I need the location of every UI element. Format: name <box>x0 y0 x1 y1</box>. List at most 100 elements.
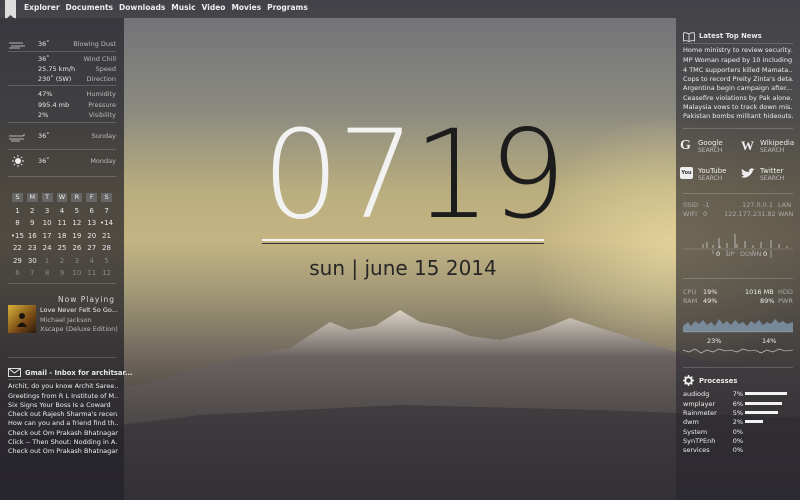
process-name: System <box>683 428 708 436</box>
calendar-day[interactable]: 9 <box>25 217 40 230</box>
cpu-core2-value: 14% <box>762 337 777 345</box>
calendar-day-next-month[interactable]: 1 <box>40 255 55 268</box>
weekday-header: R <box>71 193 83 202</box>
calendar-day-next-month[interactable]: 6 <box>10 267 25 280</box>
mail-item[interactable]: How can you and a friend find th... <box>8 419 118 427</box>
google-search[interactable]: Google SEARCH <box>698 139 723 154</box>
ram-value: 49% <box>703 297 718 305</box>
news-item[interactable]: 4 TMC supporters killed Mamata... <box>683 66 793 74</box>
calendar-day-next-month[interactable]: 5 <box>99 255 114 268</box>
calendar-day-next-month[interactable]: 10 <box>69 267 84 280</box>
calendar-day[interactable]: 5 <box>69 205 84 218</box>
calendar-day[interactable]: 19 <box>69 230 84 243</box>
calendar-day[interactable]: 21 <box>99 230 114 243</box>
hdd-label: HDD <box>778 288 793 296</box>
calendar-day-today[interactable]: •15 <box>10 230 25 243</box>
visibility-value: 2% <box>38 111 49 119</box>
menu-music[interactable]: Music <box>171 3 195 12</box>
mail-item[interactable]: Check out Om Prakash Bhatnagar... <box>8 429 118 437</box>
calendar-day[interactable]: 28 <box>99 242 114 255</box>
google-icon[interactable]: G <box>680 138 691 154</box>
calendar-day[interactable]: 29 <box>10 255 25 268</box>
download-value: 0 <box>763 250 768 258</box>
sunday-label: Sunday <box>91 132 116 140</box>
news-item[interactable]: MP Woman raped by 10 including... <box>683 56 793 64</box>
cpu-value: 19% <box>703 288 718 296</box>
news-item[interactable]: Argentina begin campaign after... <box>683 84 793 92</box>
news-item[interactable]: Pakistan bombs militant hideouts... <box>683 112 793 120</box>
process-percent: 2% <box>732 418 743 426</box>
calendar-day[interactable]: 11 <box>55 217 70 230</box>
calendar-day-next-month[interactable]: 12 <box>99 267 114 280</box>
calendar-day[interactable]: 20 <box>84 230 99 243</box>
calendar-day[interactable]: 13 <box>84 217 99 230</box>
calendar-day[interactable]: 22 <box>10 242 25 255</box>
mail-item[interactable]: Check out Rajesh Sharma's recen... <box>8 410 118 418</box>
calendar-day-next-month[interactable]: 7 <box>25 267 40 280</box>
gmail-header[interactable]: Gmail - Inbox for architsar... <box>25 369 133 377</box>
calendar-week: 29 30 1 2 3 4 5 <box>10 255 114 268</box>
calendar-day[interactable]: 1 <box>10 205 25 218</box>
menu-programs[interactable]: Programs <box>267 3 308 12</box>
process-percent: 0% <box>732 446 743 454</box>
mail-item[interactable]: Check out Om Prakash Bhatnagar... <box>8 447 118 455</box>
calendar-day[interactable]: 4 <box>55 205 70 218</box>
menu-documents[interactable]: Documents <box>66 3 113 12</box>
calendar-day-next-month[interactable]: 9 <box>55 267 70 280</box>
speed-label: Speed <box>95 65 116 73</box>
wikipedia-icon[interactable]: W <box>741 138 754 154</box>
calendar-day-next-month[interactable]: 3 <box>69 255 84 268</box>
news-item[interactable]: Cops to record Preity Zinta's deta... <box>683 75 793 83</box>
twitter-bird-icon[interactable] <box>741 168 755 179</box>
mail-item[interactable]: Archit, do you know Archit Saree... <box>8 382 118 390</box>
news-item[interactable]: Malaysia vows to track down mis... <box>683 103 793 111</box>
clock-divider-shadow <box>262 243 544 244</box>
calendar-day[interactable]: 24 <box>40 242 55 255</box>
calendar-day[interactable]: 10 <box>40 217 55 230</box>
calendar-day[interactable]: •14 <box>99 217 114 230</box>
book-icon <box>683 32 695 42</box>
lan-label: LAN <box>778 201 792 209</box>
album-art[interactable] <box>8 305 36 333</box>
menu-movies[interactable]: Movies <box>231 3 261 12</box>
menu-downloads[interactable]: Downloads <box>119 3 165 12</box>
divider <box>683 128 793 129</box>
menu-video[interactable]: Video <box>202 3 226 12</box>
calendar-day[interactable]: 23 <box>25 242 40 255</box>
calendar-day-next-month[interactable]: 8 <box>40 267 55 280</box>
pressure-label: Pressure <box>88 101 116 109</box>
wind-chill-label: Wind Chill <box>83 55 116 63</box>
calendar-day[interactable]: 25 <box>55 242 70 255</box>
news-item[interactable]: Home ministry to review security... <box>683 46 793 54</box>
track-title: Love Never Felt So Go... <box>40 306 118 314</box>
download-label: DOWN <box>740 250 762 258</box>
calendar-day[interactable]: 7 <box>99 205 114 218</box>
calendar-day[interactable]: 16 <box>25 230 40 243</box>
calendar-day[interactable]: 2 <box>25 205 40 218</box>
calendar-day[interactable]: 27 <box>84 242 99 255</box>
calendar-day[interactable]: 12 <box>69 217 84 230</box>
mail-item[interactable]: Click -- Then Shout: Nodding in A... <box>8 438 118 446</box>
calendar-day[interactable]: 3 <box>40 205 55 218</box>
calendar-day-next-month[interactable]: 2 <box>55 255 70 268</box>
monday-temp: 36˚ <box>38 157 50 165</box>
twitter-search[interactable]: Twitter SEARCH <box>760 167 784 182</box>
calendar-day[interactable]: 18 <box>55 230 70 243</box>
calendar-day-next-month[interactable]: 4 <box>84 255 99 268</box>
youtube-icon[interactable]: You <box>680 167 693 179</box>
ram-label: RAM <box>683 297 698 305</box>
calendar-day[interactable]: 26 <box>69 242 84 255</box>
divider <box>8 357 116 358</box>
calendar-day[interactable]: 17 <box>40 230 55 243</box>
calendar-day[interactable]: 30 <box>25 255 40 268</box>
track-artist: Michael Jackson <box>40 316 92 324</box>
mail-item[interactable]: Greetings from R L Institute of M... <box>8 392 118 400</box>
youtube-search[interactable]: YouTube SEARCH <box>698 167 726 182</box>
menu-explorer[interactable]: Explorer <box>24 3 60 12</box>
mail-item[interactable]: Six Signs Your Boss Is a Coward <box>8 401 118 409</box>
calendar-day-next-month[interactable]: 11 <box>84 267 99 280</box>
news-item[interactable]: Ceasefire violations by Pak alone... <box>683 94 793 102</box>
calendar-day[interactable]: 8 <box>10 217 25 230</box>
wikipedia-search[interactable]: Wikipedia SEARCH <box>760 139 794 154</box>
calendar-day[interactable]: 6 <box>84 205 99 218</box>
